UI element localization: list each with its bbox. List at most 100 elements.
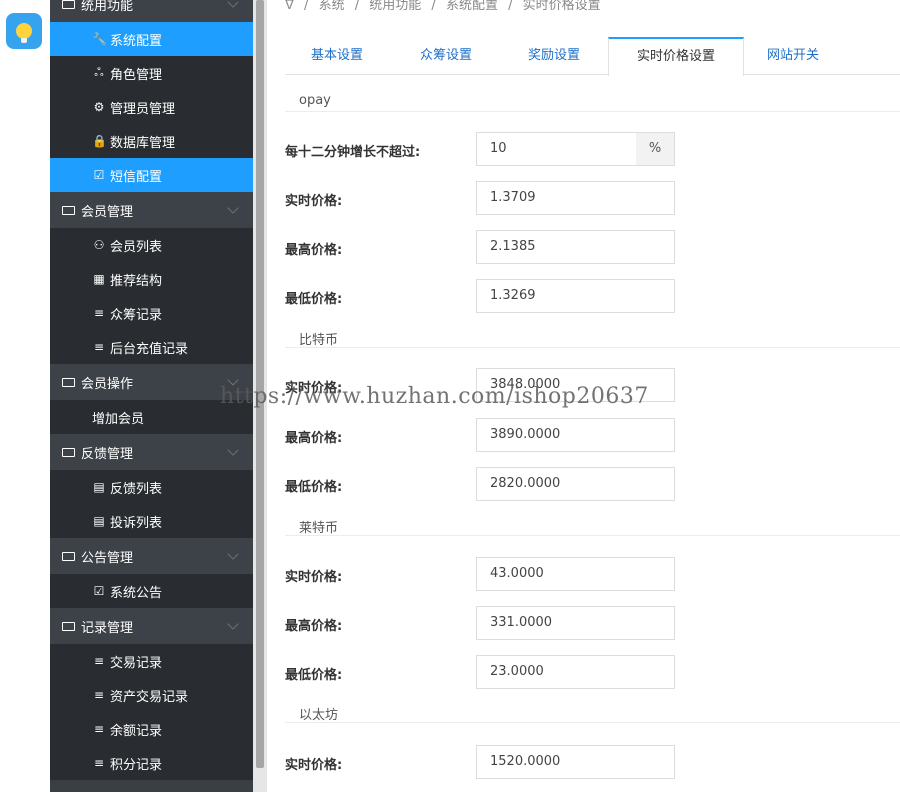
settings-tabs: 基本设置 众筹设置 奖励设置 实时价格设置 网站开关 [285, 37, 900, 76]
sidebar-item-complaint-list[interactable]: ▤ 投诉列表 [50, 504, 253, 538]
sidebar-item-sms[interactable]: ☑ 短信配置 [50, 158, 253, 192]
chevron-down-icon [227, 548, 239, 560]
sidebar-item-referral-tree[interactable]: ▦ 推荐结构 [50, 262, 253, 296]
list-icon: ≡ [93, 654, 105, 668]
opay-low-label: 最低价格: [285, 292, 343, 307]
gear-icon: ⚙ [93, 100, 105, 114]
sidebar-item-system-announcement[interactable]: ☑ 系统公告 [50, 574, 253, 608]
opay-realtime-label: 实时价格: [285, 194, 343, 209]
breadcrumb-item[interactable]: 系统配置 [446, 0, 498, 13]
list-icon: ≡ [93, 756, 105, 770]
ltc-low-label: 最低价格: [285, 668, 343, 683]
sidebar-item-label: 系统公告 [110, 585, 163, 601]
breadcrumb-sep: / [431, 0, 436, 13]
sidebar-item-label: 数据库管理 [110, 135, 176, 151]
sidebar-item-system-config[interactable]: 🔧 系统配置 [50, 22, 253, 56]
sidebar-group-announcements[interactable]: 公告管理 [50, 538, 253, 574]
section-divider [285, 111, 900, 112]
sidebar-item-label: 会员列表 [110, 239, 163, 255]
list-icon: ≡ [93, 688, 105, 702]
sidebar-item-label: 余额记录 [110, 723, 163, 739]
folder-icon [62, 377, 75, 387]
checkbox-icon: ☑ [93, 584, 105, 598]
sidebar-group-feedback[interactable]: 反馈管理 [50, 434, 253, 470]
breadcrumb-item[interactable]: 系统 [319, 0, 345, 13]
sidebar-group-label: 反馈管理 [81, 446, 134, 462]
folder-icon [62, 205, 75, 215]
sidebar-item-member-list[interactable]: ⚇ 会员列表 [50, 228, 253, 262]
section-title-btc: 比特币 [299, 333, 339, 348]
sidebar-group-records[interactable]: 记录管理 [50, 608, 253, 644]
sidebar-item-label: 积分记录 [110, 757, 163, 773]
btc-low-input[interactable]: 2820.0000 [476, 467, 675, 501]
sidebar-item-label: 增加会员 [92, 411, 145, 427]
sidebar-group-label: 记录管理 [81, 620, 134, 636]
section-divider [285, 535, 900, 536]
ltc-low-input[interactable]: 23.0000 [476, 655, 675, 689]
tab-crowdfund-settings[interactable]: 众筹设置 [404, 37, 488, 75]
section-title-opay: opay [299, 93, 331, 108]
sidebar-item-label: 资产交易记录 [110, 689, 189, 705]
lightbulb-app-icon[interactable] [6, 13, 42, 49]
chevron-down-icon [227, 202, 239, 214]
folder-icon [62, 0, 75, 9]
eth-realtime-input[interactable]: 1520.0000 [476, 745, 675, 779]
tab-realtime-price-settings[interactable]: 实时价格设置 [608, 37, 744, 76]
growth-limit-input[interactable]: 10 [476, 132, 637, 166]
lightbulb-icon [16, 23, 32, 43]
breadcrumb-sep: / [354, 0, 360, 13]
breadcrumb-home-icon[interactable]: ᐁ [285, 0, 294, 13]
ltc-high-input[interactable]: 331.0000 [476, 606, 675, 640]
tab-site-switch[interactable]: 网站开关 [751, 37, 835, 75]
sidebar-item-asset-trade-records[interactable]: ≡ 资产交易记录 [50, 678, 253, 712]
sidebar-item-database[interactable]: 🔒 数据库管理 [50, 124, 253, 158]
chevron-down-icon [227, 0, 239, 8]
checkbox-icon: ☑ [93, 168, 105, 182]
btc-high-input[interactable]: 3890.0000 [476, 418, 675, 452]
wrench-icon: 🔧 [92, 32, 107, 46]
percent-suffix: % [636, 132, 675, 166]
breadcrumb-item[interactable]: 统用功能 [369, 0, 421, 13]
app-strip [0, 0, 50, 792]
sidebar-item-roles[interactable]: ஃ 角色管理 [50, 56, 253, 90]
breadcrumb-current: 实时价格设置 [522, 0, 601, 13]
folder-icon [62, 551, 75, 561]
opay-realtime-input[interactable]: 1.3709 [476, 181, 675, 215]
sidebar-item-trade-records[interactable]: ≡ 交易记录 [50, 644, 253, 678]
sidebar-group-members[interactable]: 会员管理 [50, 192, 253, 228]
sidebar-item-label: 众筹记录 [110, 307, 163, 323]
sidebar-group-common[interactable]: 统用功能 [50, 0, 253, 22]
ltc-realtime-input[interactable]: 43.0000 [476, 557, 675, 591]
opay-high-input[interactable]: 2.1385 [476, 230, 675, 264]
sidebar-item-label: 投诉列表 [110, 515, 163, 531]
lock-icon: 🔒 [92, 134, 107, 148]
sidebar-item-admins[interactable]: ⚙ 管理员管理 [50, 90, 253, 124]
sidebar-item-feedback-list[interactable]: ▤ 反馈列表 [50, 470, 253, 504]
chevron-down-icon [227, 618, 239, 630]
list-icon: ≡ [93, 306, 105, 320]
chevron-down-icon [227, 444, 239, 456]
sidebar-item-balance-records[interactable]: ≡ 余额记录 [50, 712, 253, 746]
sidebar-item-label: 推荐结构 [110, 273, 163, 289]
sidebar-item-label: 管理员管理 [110, 101, 176, 117]
folder-icon [62, 621, 75, 631]
btc-high-label: 最高价格: [285, 431, 343, 446]
section-divider [285, 347, 900, 348]
tab-reward-settings[interactable]: 奖励设置 [512, 37, 596, 75]
opay-low-input[interactable]: 1.3269 [476, 279, 675, 313]
sidebar-item-points-records[interactable]: ≡ 积分记录 [50, 746, 253, 780]
roles-icon: ஃ [94, 65, 104, 79]
sidebar-item-recharge-records[interactable]: ≡ 后台充值记录 [50, 330, 253, 364]
list-icon: ≡ [93, 722, 105, 736]
section-title-eth: 以太坊 [299, 708, 339, 723]
btc-low-label: 最低价格: [285, 480, 343, 495]
sidebar-item-crowdfund-records[interactable]: ≡ 众筹记录 [50, 296, 253, 330]
folder-icon [62, 447, 75, 457]
sidebar-group-label: 统用功能 [81, 0, 134, 14]
sidebar-item-label: 后台充值记录 [110, 341, 189, 357]
opay-high-label: 最高价格: [285, 243, 343, 258]
breadcrumb-sep: / [304, 0, 309, 13]
document-icon: ▤ [93, 514, 105, 528]
sidebar-item-label: 短信配置 [110, 169, 163, 185]
tab-basic-settings[interactable]: 基本设置 [295, 37, 379, 75]
